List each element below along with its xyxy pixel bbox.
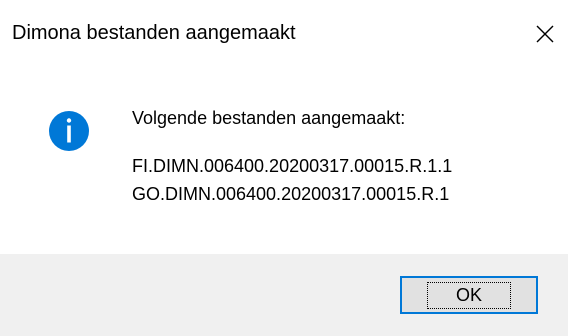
close-icon: [536, 25, 554, 43]
ok-button-label: OK: [426, 281, 511, 309]
file-list: FI.DIMN.006400.20200317.00015.R.1.1 GO.D…: [132, 152, 452, 208]
title-bar: Dimona bestanden aangemaakt: [0, 14, 568, 54]
file-item: FI.DIMN.006400.20200317.00015.R.1.1: [132, 156, 453, 176]
file-item: GO.DIMN.006400.20200317.00015.R.1: [132, 184, 450, 204]
dialog-footer: OK: [0, 254, 568, 336]
dialog-body: Volgende bestanden aangemaakt: FI.DIMN.0…: [0, 54, 568, 254]
message-dialog: Dimona bestanden aangemaakt Volgende bes…: [0, 0, 568, 336]
ok-button[interactable]: OK: [400, 276, 538, 314]
info-icon: [49, 111, 89, 151]
dialog-title: Dimona bestanden aangemaakt: [12, 22, 296, 44]
message-text: Volgende bestanden aangemaakt:: [132, 108, 406, 128]
close-button[interactable]: [522, 14, 568, 54]
